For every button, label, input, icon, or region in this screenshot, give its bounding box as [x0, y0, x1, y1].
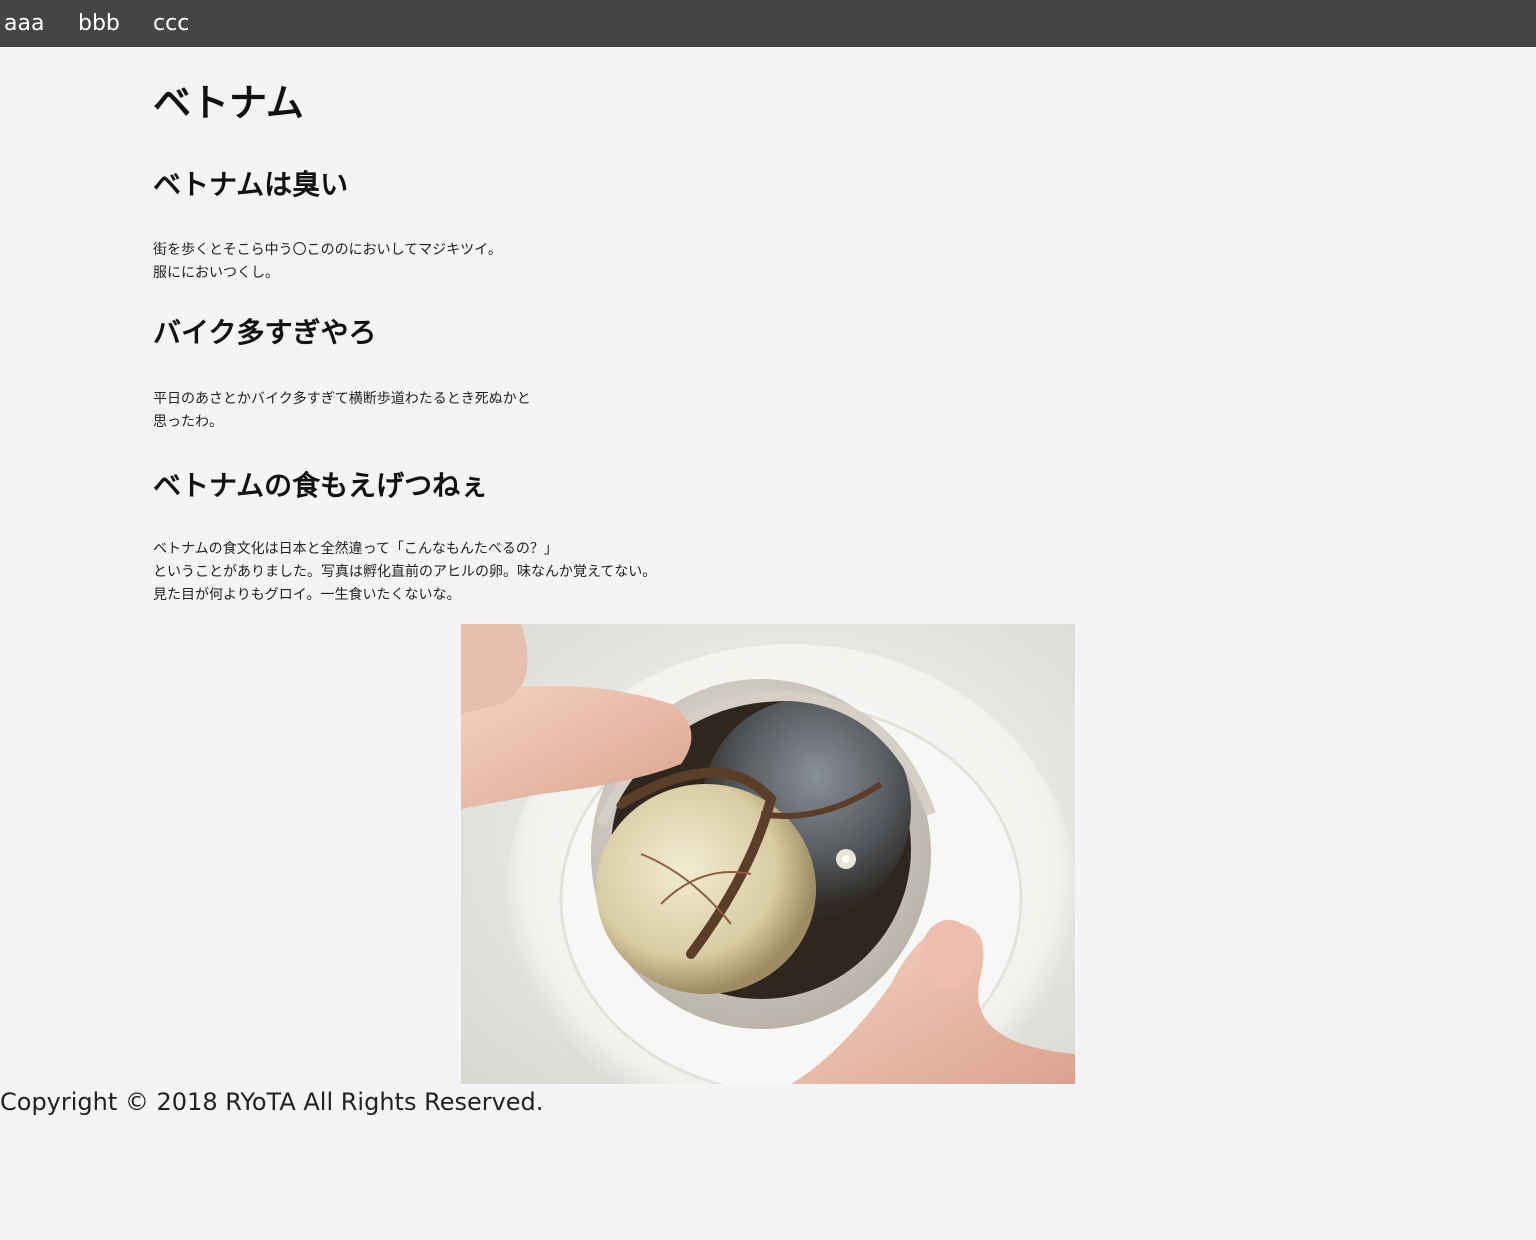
footer-copyright: Copyright © 2018 RYoTA All Rights Reserv… — [0, 1088, 544, 1116]
section-text-food: ベトナムの食文化は日本と全然違って「こんなもんたべるの？」 ということがありまし… — [153, 538, 656, 607]
page-title: ベトナム — [153, 81, 304, 125]
text-line: 見た目が何よりもグロイ。一生食いたくないな。 — [153, 587, 461, 603]
top-navigation: aaa bbb ccc — [0, 0, 1536, 47]
section-heading-food: ベトナムの食もえげつねぇ — [153, 469, 489, 502]
nav-link-aaa[interactable]: aaa — [4, 0, 44, 47]
nav-link-bbb[interactable]: bbb — [78, 0, 120, 47]
text-line: ということがありました。写真は孵化直前のアヒルの卵。味なんか覚えてない。 — [153, 564, 657, 580]
balut-egg-photo — [461, 624, 1075, 1084]
text-line: 思ったわ。 — [153, 414, 223, 430]
section-text-smell: 街を歩くとそこら中う〇こののにおいしてマジキツイ。 服ににおいつくし。 — [153, 239, 502, 285]
text-line: ベトナムの食文化は日本と全然違って「こんなもんたべるの？」 — [153, 541, 558, 557]
section-heading-smell: ベトナムは臭い — [153, 168, 349, 201]
text-line: 服ににおいつくし。 — [153, 265, 279, 281]
text-line: 街を歩くとそこら中う〇こののにおいしてマジキツイ。 — [153, 242, 502, 258]
text-line: 平日のあさとかバイク多すぎて横断歩道わたるとき死ぬかと — [153, 391, 531, 407]
nav-link-ccc[interactable]: ccc — [153, 0, 189, 47]
section-text-bikes: 平日のあさとかバイク多すぎて横断歩道わたるとき死ぬかと 思ったわ。 — [153, 388, 531, 434]
section-heading-bikes: バイク多すぎやろ — [153, 316, 377, 349]
